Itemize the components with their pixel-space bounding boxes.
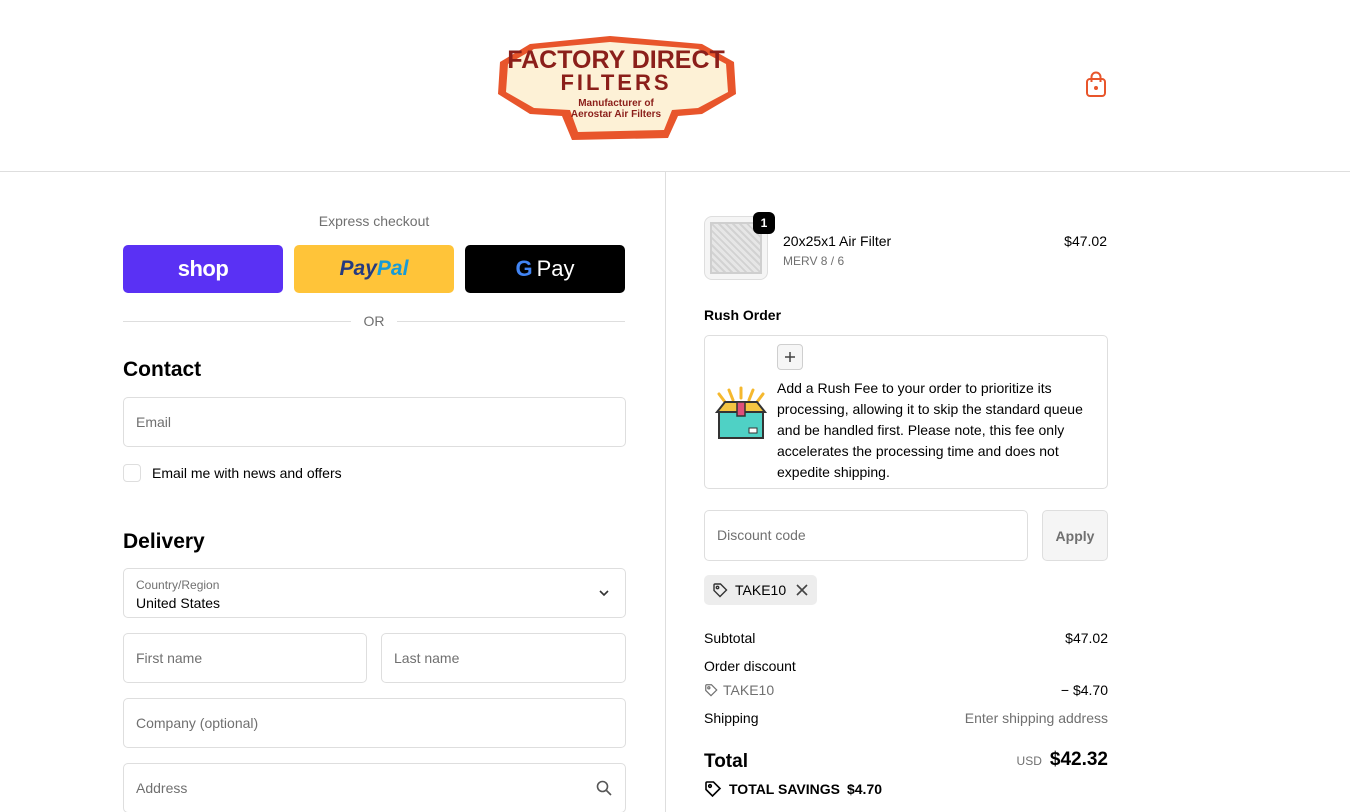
discount-detail-row: TAKE10 − $4.70 xyxy=(704,682,1108,698)
paypal-button[interactable]: Pay Pal xyxy=(294,245,454,293)
shop-pay-button[interactable]: shop xyxy=(123,245,283,293)
address-placeholder: Address xyxy=(136,780,188,796)
email-placeholder: Email xyxy=(136,414,172,430)
applied-discount-chip: TAKE10 xyxy=(704,575,818,605)
last-name-placeholder: Last name xyxy=(394,650,460,666)
product-name: 20x25x1 Air Filter xyxy=(783,233,892,249)
company-placeholder: Company (optional) xyxy=(136,715,259,731)
country-label: Country/Region xyxy=(136,578,220,592)
order-discount-label: Order discount xyxy=(704,658,796,674)
discount-code-input[interactable]: Discount code xyxy=(704,510,1028,561)
google-pay-label: Pay xyxy=(536,256,575,281)
country-select[interactable]: Country/Region United States xyxy=(123,568,626,618)
total-amount-group: USD $42.32 xyxy=(1017,749,1108,771)
total-savings-label: TOTAL SAVINGS xyxy=(729,781,840,797)
add-rush-fee-button[interactable] xyxy=(777,344,803,370)
order-discount-row: Order discount xyxy=(704,658,1108,674)
last-name-field[interactable]: Last name xyxy=(381,633,626,683)
discount-value: − $4.70 xyxy=(1060,682,1108,698)
discount-code-label: TAKE10 xyxy=(723,682,775,698)
divider-line-right xyxy=(397,321,625,322)
svg-text:FILTERS: FILTERS xyxy=(560,70,671,95)
express-checkout-label: Express checkout xyxy=(318,213,430,229)
savings-tag-icon xyxy=(705,781,722,798)
shop-pay-label: shop xyxy=(177,256,229,281)
address-field[interactable]: Address xyxy=(123,763,626,812)
newsletter-label[interactable]: Email me with news and offers xyxy=(152,465,342,481)
first-name-field[interactable]: First name xyxy=(123,633,367,683)
rush-order-heading: Rush Order xyxy=(704,307,782,323)
checkout-form: Express checkout shop Pay Pal G Pay OR Co… xyxy=(0,172,665,812)
newsletter-row: Email me with news and offers xyxy=(123,463,342,483)
chevron-down-icon xyxy=(599,590,609,597)
contact-heading: Contact xyxy=(123,358,202,381)
rush-order-card: Add a Rush Fee to your order to prioriti… xyxy=(704,335,1108,489)
close-icon[interactable] xyxy=(795,583,809,597)
subtotal-value: $47.02 xyxy=(1065,630,1108,646)
rush-order-description: Add a Rush Fee to your order to prioriti… xyxy=(777,380,1083,480)
svg-text:Manufacturer of: Manufacturer of xyxy=(578,98,654,109)
paypal-label-pay: Pay xyxy=(339,257,377,280)
discount-placeholder: Discount code xyxy=(717,527,806,543)
product-variant: MERV 8 / 6 xyxy=(783,254,845,268)
total-label: Total xyxy=(704,751,748,772)
tag-icon xyxy=(705,684,718,697)
total-amount: $42.32 xyxy=(1049,749,1108,770)
country-value: United States xyxy=(136,595,221,611)
order-summary: 1 20x25x1 Air Filter MERV 8 / 6 $47.02 R… xyxy=(665,172,1350,812)
subtotal-row: Subtotal $47.02 xyxy=(704,630,1108,646)
shipping-label: Shipping xyxy=(704,710,759,726)
total-savings-row: TOTAL SAVINGS $4.70 xyxy=(704,780,882,798)
discount-code-line: TAKE10 xyxy=(704,682,1108,698)
subtotal-label: Subtotal xyxy=(704,630,756,646)
currency-code: USD xyxy=(1016,754,1042,768)
total-row: Total USD $42.32 xyxy=(704,749,1108,777)
product-price: $47.02 xyxy=(1064,233,1107,249)
newsletter-checkbox[interactable] xyxy=(123,464,141,482)
first-name-placeholder: First name xyxy=(136,650,203,666)
shipping-value: Enter shipping address xyxy=(964,710,1108,726)
search-icon[interactable] xyxy=(595,779,613,797)
tag-icon xyxy=(713,583,728,598)
plus-icon xyxy=(785,352,795,362)
factory-direct-filters-logo[interactable]: FACTORY DIRECT FILTERS Manufacturer of A… xyxy=(490,22,742,144)
rush-box-icon xyxy=(714,386,768,439)
apply-discount-button[interactable]: Apply xyxy=(1042,510,1108,561)
delivery-heading: Delivery xyxy=(123,530,205,553)
total-savings-value: $4.70 xyxy=(846,781,883,797)
paypal-label-pal: Pal xyxy=(376,257,409,280)
email-field[interactable]: Email xyxy=(123,397,626,447)
or-divider: OR xyxy=(123,312,625,330)
shopping-bag-icon[interactable] xyxy=(1082,70,1110,100)
header: FACTORY DIRECT FILTERS Manufacturer of A… xyxy=(0,0,1350,172)
applied-discount-code: TAKE10 xyxy=(735,582,787,598)
google-g-icon: G xyxy=(515,256,533,281)
company-field[interactable]: Company (optional) xyxy=(123,698,626,748)
shipping-row: Shipping Enter shipping address xyxy=(704,710,1108,726)
quantity-badge: 1 xyxy=(753,212,775,234)
google-pay-button[interactable]: G Pay xyxy=(465,245,625,293)
svg-text:Aerostar Air Filters: Aerostar Air Filters xyxy=(571,109,662,120)
